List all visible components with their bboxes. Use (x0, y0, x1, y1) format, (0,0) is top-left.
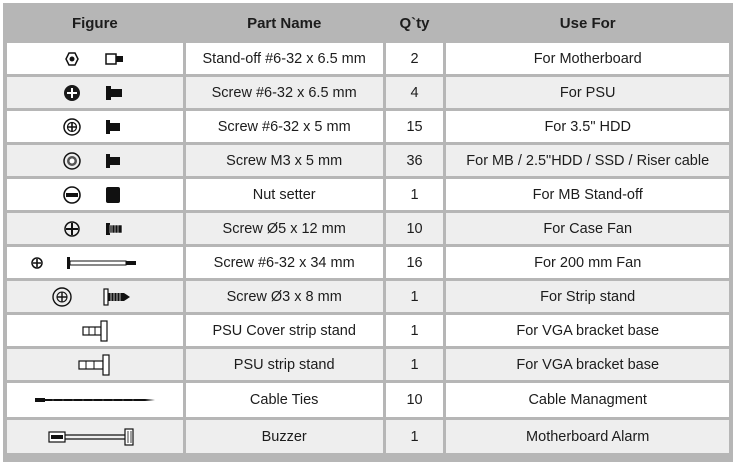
qty-cell: 36 (385, 145, 444, 176)
standoff-icon (60, 50, 130, 68)
figure-cell (7, 247, 183, 278)
part-name-cell: Screw Ø3 x 8 mm (185, 281, 383, 312)
figure-cell (7, 43, 183, 74)
part-name-cell: Stand-off #6-32 x 6.5 mm (185, 43, 383, 74)
use-for-cell: For VGA bracket base (446, 349, 729, 380)
use-for-cell: For Strip stand (446, 281, 729, 312)
table-row: Buzzer 1 Motherboard Alarm (7, 420, 729, 453)
qty-cell: 2 (385, 43, 444, 74)
part-name-cell: Nut setter (185, 179, 383, 210)
header-row: Figure Part Name Q`ty Use For (7, 6, 729, 40)
part-name-cell: Screw #6-32 x 6.5 mm (185, 77, 383, 108)
use-for-cell: Cable Managment (446, 383, 729, 417)
figure-cell (7, 383, 183, 417)
table-row: Screw #6-32 x 34 mm 16 For 200 mm Fan (7, 247, 729, 278)
table-row: PSU Cover strip stand 1 For VGA bracket … (7, 315, 729, 346)
qty-cell: 1 (385, 179, 444, 210)
m3-screw-icon (60, 151, 130, 171)
part-name-cell: Buzzer (185, 420, 383, 453)
use-for-cell: For Case Fan (446, 213, 729, 244)
fan-screw-icon (60, 219, 130, 239)
part-name-cell: Screw #6-32 x 5 mm (185, 111, 383, 142)
qty-cell: 10 (385, 383, 444, 417)
cable-tie-icon (33, 393, 157, 407)
qty-cell: 1 (385, 281, 444, 312)
table-row: Stand-off #6-32 x 6.5 mm 2 For Motherboa… (7, 43, 729, 74)
use-for-cell: For PSU (446, 77, 729, 108)
figure-cell (7, 179, 183, 210)
figure-cell (7, 213, 183, 244)
table-row: Nut setter 1 For MB Stand-off (7, 179, 729, 210)
qty-cell: 1 (385, 315, 444, 346)
qty-cell: 1 (385, 420, 444, 453)
buzzer-icon (45, 426, 145, 448)
use-for-cell: For MB Stand-off (446, 179, 729, 210)
use-for-cell: For 200 mm Fan (446, 247, 729, 278)
figure-cell (7, 349, 183, 380)
use-for-cell: For MB / 2.5"HDD / SSD / Riser cable (446, 145, 729, 176)
hdd-screw-icon (60, 117, 130, 137)
parts-table-panel: Figure Part Name Q`ty Use For Stand-off … (3, 3, 733, 462)
part-name-cell: PSU Cover strip stand (185, 315, 383, 346)
figure-cell (7, 77, 183, 108)
long-screw-icon (25, 253, 165, 273)
nut-setter-icon (60, 185, 130, 205)
table-row: Screw #6-32 x 6.5 mm 4 For PSU (7, 77, 729, 108)
figure-cell (7, 420, 183, 453)
header-use-for: Use For (446, 6, 729, 40)
use-for-cell: For 3.5" HDD (446, 111, 729, 142)
table-row: Screw #6-32 x 5 mm 15 For 3.5" HDD (7, 111, 729, 142)
part-name-cell: Screw Ø5 x 12 mm (185, 213, 383, 244)
header-figure: Figure (7, 6, 183, 40)
table-row: Screw M3 x 5 mm 36 For MB / 2.5"HDD / SS… (7, 145, 729, 176)
table-row: Cable Ties 10 Cable Managment (7, 383, 729, 417)
part-name-cell: Screw #6-32 x 34 mm (185, 247, 383, 278)
psu-screw-icon (60, 83, 130, 103)
part-name-cell: Screw M3 x 5 mm (185, 145, 383, 176)
table-row: Screw Ø3 x 8 mm 1 For Strip stand (7, 281, 729, 312)
figure-cell (7, 111, 183, 142)
qty-cell: 16 (385, 247, 444, 278)
figure-cell (7, 281, 183, 312)
header-qty: Q`ty (385, 6, 444, 40)
qty-cell: 4 (385, 77, 444, 108)
figure-cell (7, 315, 183, 346)
qty-cell: 15 (385, 111, 444, 142)
figure-cell (7, 145, 183, 176)
cover-strip-stand-icon (75, 319, 115, 343)
header-part-name: Part Name (185, 6, 383, 40)
parts-table: Figure Part Name Q`ty Use For Stand-off … (4, 3, 732, 456)
qty-cell: 10 (385, 213, 444, 244)
part-name-cell: PSU strip stand (185, 349, 383, 380)
table-row: PSU strip stand 1 For VGA bracket base (7, 349, 729, 380)
use-for-cell: For VGA bracket base (446, 315, 729, 346)
use-for-cell: Motherboard Alarm (446, 420, 729, 453)
part-name-cell: Cable Ties (185, 383, 383, 417)
table-row: Screw Ø5 x 12 mm 10 For Case Fan (7, 213, 729, 244)
strip-screw-icon (50, 286, 140, 308)
qty-cell: 1 (385, 349, 444, 380)
strip-stand-icon (73, 353, 117, 377)
use-for-cell: For Motherboard (446, 43, 729, 74)
